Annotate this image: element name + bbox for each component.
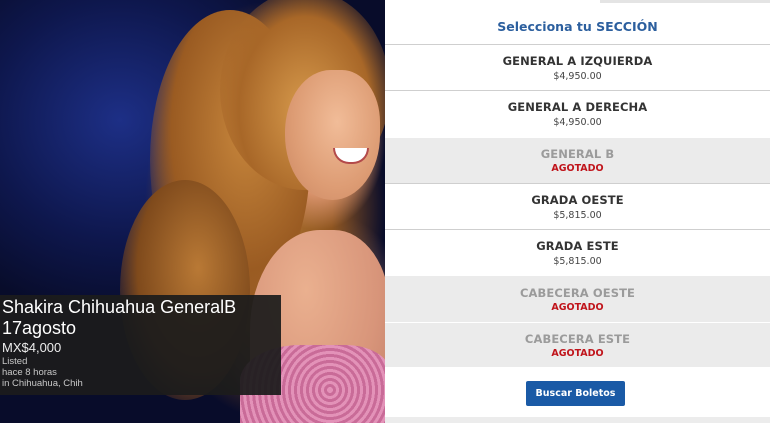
section-general-a-izquierda[interactable]: GENERAL A IZQUIERDA $4,950.00 [385,44,770,90]
search-tickets-button[interactable]: Buscar Boletos [526,381,625,406]
section-cabecera-oeste: CABECERA OESTE AGOTADO [385,275,770,322]
section-name: GRADA OESTE [531,192,624,207]
listing-time: hace 8 horas [2,367,57,378]
section-name: CABECERA ESTE [524,331,631,346]
sold-out-badge: AGOTADO [551,162,604,174]
section-name: GENERAL A DERECHA [507,99,648,114]
section-name: GENERAL B [540,146,615,161]
listing-status: Listed [2,356,28,367]
listing-card[interactable]: Shakira Chihuahua GeneralB 17agosto MX$4… [0,295,281,395]
section-list: GENERAL A IZQUIERDA $4,950.00 GENERAL A … [385,44,770,369]
section-general-b: GENERAL B AGOTADO [385,136,770,183]
section-selector-title: Selecciona tu SECCIÓN [497,19,658,34]
artist-photo[interactable]: Shakira Chihuahua GeneralB 17agosto MX$4… [0,0,385,423]
section-name: GENERAL A IZQUIERDA [502,53,653,68]
bottom-divider [385,417,770,423]
section-grada-este[interactable]: GRADA ESTE $5,815.00 [385,229,770,275]
section-price: $5,815.00 [553,255,602,267]
listing-price: MX$4,000 [2,340,62,355]
section-cabecera-este: CABECERA ESTE AGOTADO [385,321,770,369]
listing-title: Shakira Chihuahua GeneralB [2,297,237,317]
section-selector-panel: Selecciona tu SECCIÓN GENERAL A IZQUIERD… [385,0,770,423]
section-price: $4,950.00 [553,116,602,128]
top-divider [600,0,770,3]
sold-out-badge: AGOTADO [551,347,604,359]
section-price: $5,815.00 [553,209,602,221]
sold-out-badge: AGOTADO [551,301,604,313]
section-name: GRADA ESTE [536,238,619,253]
section-general-a-derecha[interactable]: GENERAL A DERECHA $4,950.00 [385,90,770,136]
listing-title-date: 17agosto [2,318,77,338]
photo-face [285,70,380,200]
listing-location: in Chihuahua, Chih [2,378,83,389]
section-grada-oeste[interactable]: GRADA OESTE $5,815.00 [385,182,770,229]
section-price: $4,950.00 [553,70,602,82]
section-name: CABECERA OESTE [519,285,636,300]
